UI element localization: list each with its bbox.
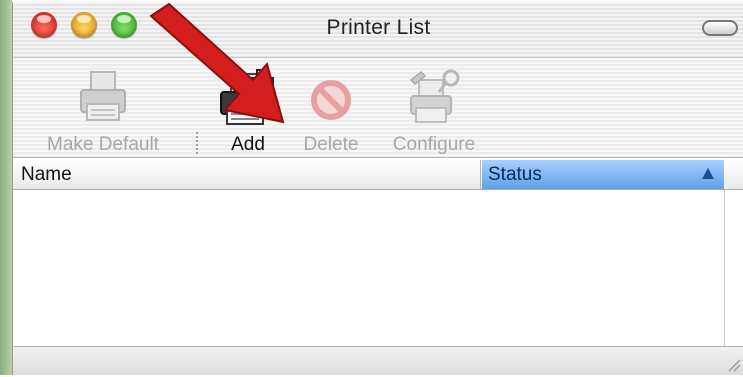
delete-icon bbox=[306, 68, 356, 129]
add-button[interactable]: Add bbox=[213, 62, 283, 156]
toolbar-toggle-button[interactable] bbox=[702, 20, 738, 36]
printer-icon bbox=[75, 68, 131, 133]
make-default-button[interactable]: Make Default bbox=[23, 62, 183, 156]
resize-grip-icon[interactable] bbox=[725, 356, 741, 372]
status-bar bbox=[13, 346, 743, 375]
delete-button[interactable]: Delete bbox=[295, 62, 367, 156]
vertical-scrollbar[interactable] bbox=[724, 190, 743, 346]
add-label: Add bbox=[231, 134, 265, 155]
configure-icon bbox=[403, 68, 465, 133]
printer-list-window: Printer List Make Default Add Delete Con… bbox=[12, 2, 743, 375]
column-header-name[interactable]: Name bbox=[13, 160, 481, 189]
desktop-background bbox=[0, 0, 12, 375]
window-title: Printer List bbox=[326, 16, 431, 39]
toolbar: Make Default Add Delete Configure bbox=[13, 58, 743, 158]
list-header: Name Status bbox=[13, 160, 743, 190]
delete-label: Delete bbox=[303, 134, 359, 155]
column-header-status-label: Status bbox=[488, 164, 542, 185]
printer-list[interactable] bbox=[13, 190, 724, 346]
title-bar[interactable]: Printer List bbox=[13, 2, 743, 58]
configure-label: Configure bbox=[392, 134, 476, 155]
column-header-status[interactable]: Status bbox=[482, 160, 724, 189]
make-default-label: Make Default bbox=[47, 134, 159, 155]
sort-ascending-icon bbox=[702, 168, 714, 179]
toolbar-separator bbox=[196, 132, 198, 154]
configure-button[interactable]: Configure bbox=[379, 62, 489, 156]
add-printer-icon bbox=[217, 68, 279, 135]
